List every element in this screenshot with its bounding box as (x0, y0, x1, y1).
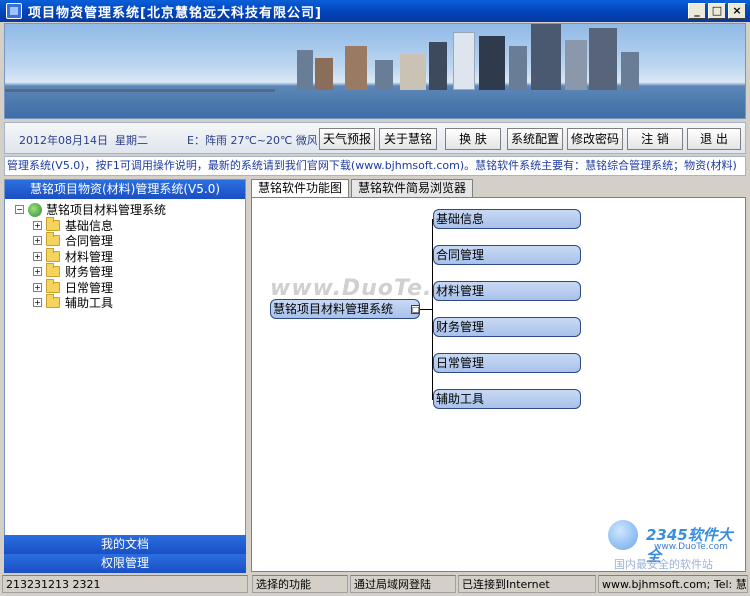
maximize-button[interactable]: □ (708, 3, 726, 19)
building (565, 40, 587, 90)
current-weekday: 星期二 (115, 134, 148, 147)
folder-icon (46, 247, 60, 262)
building (400, 54, 426, 90)
tree-item-material[interactable]: + 材料管理 (33, 247, 245, 265)
building (509, 46, 527, 90)
tree-item-daily[interactable]: + 日常管理 (33, 278, 245, 296)
collapse-icon[interactable]: − (15, 205, 24, 215)
building (479, 36, 505, 90)
building (531, 24, 561, 90)
diagram-node-daily[interactable]: 日常管理 (433, 353, 581, 373)
building (429, 42, 447, 90)
tree-item-tools[interactable]: + 辅助工具 (33, 294, 245, 311)
tree-root[interactable]: − 慧铭项目材料管理系统 (15, 202, 245, 218)
exit-button[interactable]: 退 出 (687, 128, 741, 150)
status-user: 213231213 2321 (2, 575, 248, 593)
mascot-icon (608, 520, 638, 550)
toolbar: 2012年08月14日 星期二 E：阵雨 27℃~20℃ 微风 天气预报 关于慧… (4, 122, 746, 154)
connector (420, 309, 432, 310)
left-panel-header: 慧铭项目物资(材料)管理系统(V5.0) (5, 180, 245, 199)
tree-item-contract[interactable]: + 合同管理 (33, 232, 245, 249)
system-config-button[interactable]: 系统配置 (507, 128, 563, 150)
status-connection: 已连接到Internet (458, 575, 596, 593)
close-button[interactable]: × (728, 3, 746, 19)
site-logo: 2345软件大全 www.DuoTe.com 国内最安全的软件站 (604, 518, 744, 574)
logo-url: www.DuoTe.com (654, 542, 728, 552)
status-login-mode: 通过局域网登陆 (350, 575, 456, 593)
diagram-node-contract[interactable]: 合同管理 (433, 245, 581, 265)
bridge-shape (5, 89, 275, 92)
building (589, 28, 617, 90)
app-icon (6, 3, 22, 19)
connector (432, 219, 433, 400)
window-title: 项目物资管理系统[北京慧铭远大科技有限公司] (28, 5, 322, 21)
tree-item-label: 日常管理 (65, 280, 114, 295)
diagram-node-material[interactable]: 材料管理 (433, 281, 581, 301)
scrolling-notice: 管理系统(V5.0)，按F1可调用操作说明，最新的系统请到我们官网下载(www.… (4, 156, 746, 176)
folder-icon (46, 278, 60, 293)
tab-simple-browser[interactable]: 慧铭软件简易浏览器 (351, 179, 474, 197)
tree-root-label: 慧铭项目材料管理系统 (46, 203, 167, 218)
building (345, 46, 367, 90)
permission-management-button[interactable]: 权限管理 (4, 554, 246, 573)
tree-item-label: 合同管理 (65, 234, 114, 249)
status-bar: 213231213 2321 选择的功能 通过局域网登陆 已连接到Interne… (0, 574, 750, 596)
tree-item-label: 材料管理 (65, 249, 114, 264)
right-panel: 慧铭软件功能图 慧铭软件简易浏览器 www.DuoTe.com 慧铭项目材料管理… (251, 179, 746, 572)
city-skyline-banner (4, 23, 746, 119)
status-contact: www.bjhmsoft.com; Tel: 慧 (598, 575, 748, 593)
expand-icon[interactable]: + (33, 298, 42, 308)
tab-function-diagram[interactable]: 慧铭软件功能图 (251, 179, 350, 197)
about-button[interactable]: 关于慧铭 (379, 128, 437, 150)
diagram-node-tools[interactable]: 辅助工具 (433, 389, 581, 409)
diagram-node-basic-info[interactable]: 基础信息 (433, 209, 581, 229)
globe-icon (28, 202, 42, 217)
building (297, 50, 313, 90)
tree-item-finance[interactable]: + 财务管理 (33, 263, 245, 280)
building (453, 32, 475, 90)
building (315, 58, 333, 90)
status-function: 选择的功能 (252, 575, 348, 593)
expand-icon[interactable]: + (33, 220, 42, 230)
my-documents-button[interactable]: 我的文档 (4, 535, 246, 554)
expand-icon[interactable]: + (33, 282, 42, 292)
logout-button[interactable]: 注 销 (627, 128, 683, 150)
minimize-button[interactable]: _ (688, 3, 706, 19)
title-bar: 项目物资管理系统[北京慧铭远大科技有限公司] _ □ × (0, 0, 750, 22)
expand-icon[interactable]: + (33, 267, 42, 277)
weather-forecast-button[interactable]: 天气预报 (319, 128, 375, 150)
logo-slogan: 国内最安全的软件站 (614, 558, 713, 571)
function-tree: − 慧铭项目材料管理系统 + 基础信息 + 合同管理 + 材料管理 + 财务管理… (5, 199, 245, 311)
expand-icon[interactable]: + (33, 236, 42, 246)
change-skin-button[interactable]: 换 肤 (445, 128, 501, 150)
expand-icon[interactable]: + (33, 251, 42, 261)
tree-item-label: 基础信息 (65, 218, 114, 233)
tree-item-basic-info[interactable]: + 基础信息 (33, 216, 245, 234)
tree-item-label: 财务管理 (65, 265, 114, 280)
tree-item-label: 辅助工具 (65, 296, 114, 311)
building (375, 60, 393, 90)
folder-icon (46, 263, 60, 278)
folder-icon (46, 216, 60, 231)
building (621, 52, 639, 90)
folder-icon (46, 294, 60, 309)
change-password-button[interactable]: 修改密码 (567, 128, 623, 150)
function-diagram: www.DuoTe.com 慧铭项目材料管理系统 □ 基础信息 合同管理 材料管… (251, 197, 746, 572)
diagram-node-finance[interactable]: 财务管理 (433, 317, 581, 337)
diagram-collapse-icon[interactable]: □ (411, 305, 420, 314)
current-date: 2012年08月14日 (19, 134, 108, 147)
diagram-root-node[interactable]: 慧铭项目材料管理系统 (270, 299, 420, 319)
left-panel: 慧铭项目物资(材料)管理系统(V5.0) − 慧铭项目材料管理系统 + 基础信息… (4, 179, 246, 572)
folder-icon (46, 232, 60, 247)
weather-info: E：阵雨 27℃~20℃ 微风 (187, 134, 317, 147)
